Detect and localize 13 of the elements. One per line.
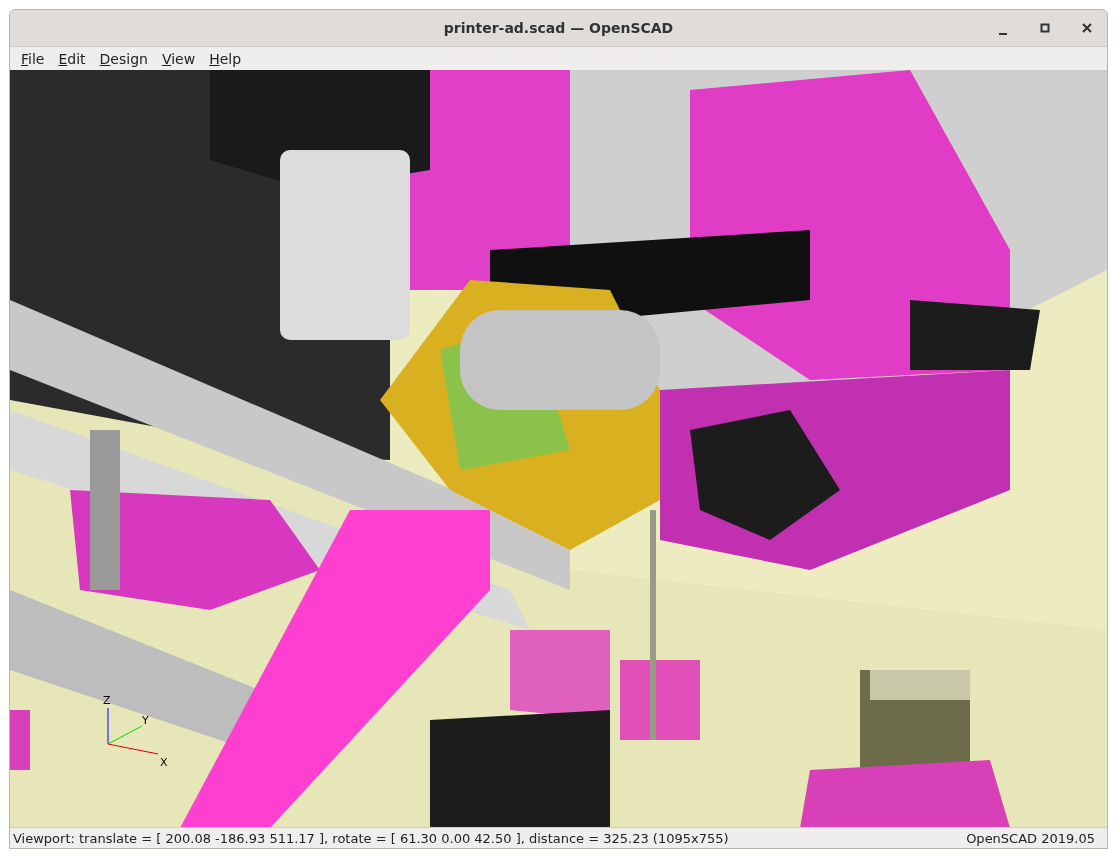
3d-viewport[interactable]: Z Y X: [10, 70, 1107, 827]
version-text: OpenSCAD 2019.05: [966, 830, 1095, 846]
close-icon: [1082, 23, 1092, 33]
minimize-icon: [999, 33, 1007, 35]
menu-item[interactable]: File: [14, 48, 52, 69]
menu-item[interactable]: Edit: [51, 48, 93, 69]
menu-item[interactable]: Design: [92, 48, 155, 69]
window-title: printer-ad.scad — OpenSCAD: [443, 20, 674, 36]
menu-item[interactable]: View: [154, 48, 203, 69]
maximize-icon: [1040, 23, 1050, 33]
menu-item[interactable]: Help: [202, 48, 249, 69]
viewport-info-text: Viewport: translate = [ 200.08 -186.93 511.17 ], rotate = [ 61.30 0.00 42.50 ], distance = 325.23 (1095x755): [13, 830, 729, 846]
axes-indicator-drawing: Z Y X: [100, 690, 180, 780]
